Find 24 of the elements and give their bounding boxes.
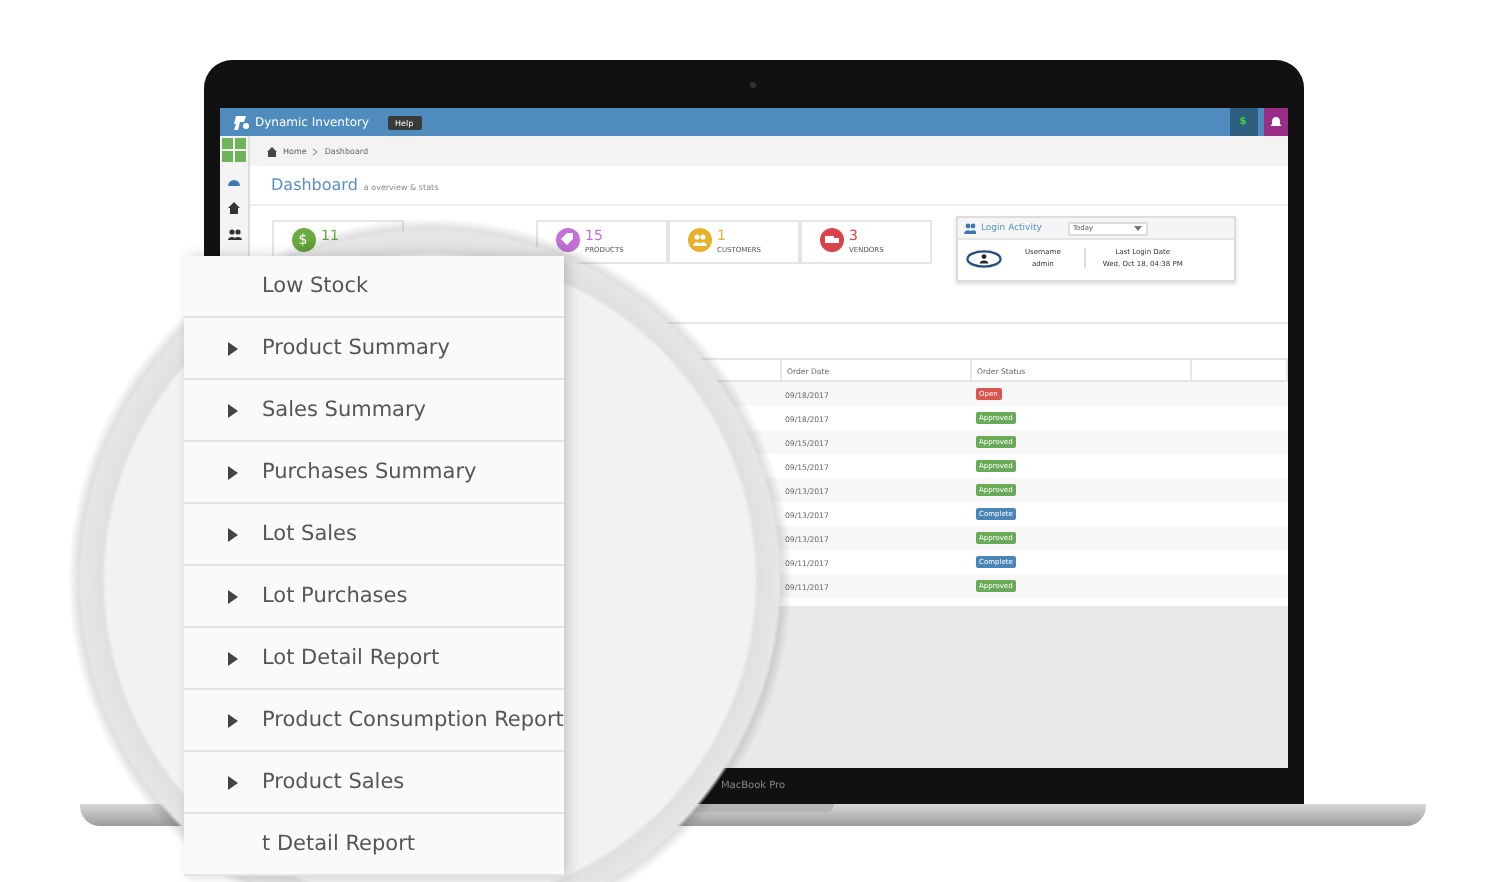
user-avatar-icon bbox=[965, 249, 1001, 267]
page-title: Dashboard bbox=[271, 176, 358, 194]
logo-icon bbox=[231, 113, 249, 131]
menu-item[interactable]: Lot Detail Report bbox=[184, 628, 564, 690]
people-icon bbox=[963, 222, 975, 234]
dashboard-icon[interactable] bbox=[225, 174, 241, 190]
menu-item[interactable]: Product Summary bbox=[184, 318, 564, 380]
grid-icon[interactable] bbox=[219, 136, 247, 164]
home-icon bbox=[265, 145, 277, 157]
menu-item[interactable]: Lot Sales bbox=[184, 504, 564, 566]
users-icon[interactable] bbox=[225, 226, 241, 242]
menu-item[interactable]: Product Sales bbox=[184, 752, 564, 814]
menu-item[interactable]: Sales Summary bbox=[184, 380, 564, 442]
menu-item[interactable]: Lot Purchases bbox=[184, 566, 564, 628]
caret-icon bbox=[1133, 225, 1141, 231]
menu-item[interactable]: Product Consumption Report bbox=[184, 690, 564, 752]
chevron-icon bbox=[312, 147, 319, 155]
menu-item[interactable]: Purchases Summary bbox=[184, 442, 564, 504]
camera-icon bbox=[750, 82, 756, 88]
home-icon[interactable] bbox=[225, 200, 241, 216]
menu-item[interactable]: Low Stock bbox=[184, 256, 564, 318]
notifications-button[interactable] bbox=[1263, 108, 1287, 136]
menu-item[interactable]: t Detail Report bbox=[184, 814, 564, 876]
bell-icon bbox=[1269, 116, 1281, 128]
